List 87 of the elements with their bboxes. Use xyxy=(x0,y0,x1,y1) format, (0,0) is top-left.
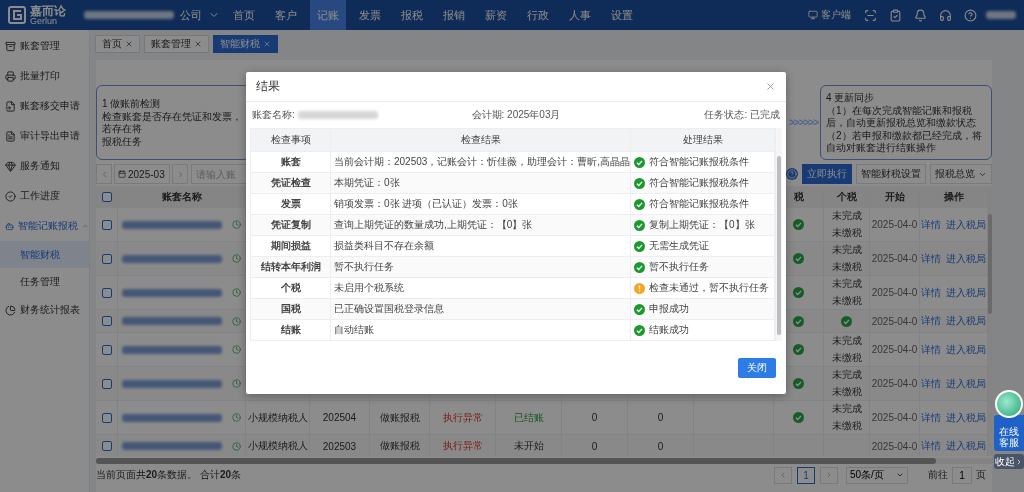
table-cell: 未缴税 xyxy=(831,419,862,433)
step-arrows: >>>>>> xyxy=(788,117,818,128)
column-header: 账套名称 xyxy=(161,190,202,204)
company-name: 公司 xyxy=(180,7,202,23)
table-cell: 符合智能记账报税条件 xyxy=(649,197,749,211)
table-cell: 本期凭证：0张 xyxy=(334,176,400,190)
table-cell: 未完成 xyxy=(831,334,862,348)
column-header: 税 xyxy=(793,190,804,204)
table-cell: 申报成功 xyxy=(649,302,689,316)
info-text: 任务状态: 已完成 xyxy=(703,108,780,122)
table-cell: 结账成功 xyxy=(649,323,689,337)
table-cell: 查询上期凭证的数量成功,上期凭证：【0】张 xyxy=(334,218,533,232)
status-text: 未开始 xyxy=(513,439,544,453)
table-cell: 202504 xyxy=(322,412,357,423)
table-cell: 小规模纳税人 xyxy=(247,410,308,425)
table-cell: 凭证复制 xyxy=(270,218,311,232)
table-cell: 发票 xyxy=(280,197,301,211)
table-cell: 0 xyxy=(591,412,598,423)
table-cell: 2025-04-0 xyxy=(871,440,918,452)
table-cell: 小规模纳税人 xyxy=(247,439,308,453)
table-cell: 国税 xyxy=(280,302,301,316)
table-cell: 已正确设置国税登录信息 xyxy=(334,302,444,316)
table-cell: 2025-04-0 xyxy=(871,253,918,264)
table-cell: 202503 xyxy=(322,440,357,452)
table-cell: 未完成 xyxy=(831,402,862,416)
info-text: 会计期: 2025年03月 xyxy=(470,108,562,122)
goto-label: 前往 xyxy=(928,468,948,482)
table-cell: 未缴税 xyxy=(831,385,862,399)
status-text: 已结账 xyxy=(513,410,544,425)
column-header: 检查结果 xyxy=(460,133,501,147)
table-cell: 个税 xyxy=(280,281,301,295)
table-cell: 期间损益 xyxy=(270,239,311,253)
column-header: 处理结果 xyxy=(682,133,723,147)
step-description: （2）若申报和缴款都已经完成，将自动对账套进行结账操作 xyxy=(826,129,983,154)
dialog-title: 结果 xyxy=(256,78,280,95)
table-cell: 无需生成凭证 xyxy=(649,239,709,253)
step-description: 检查账套是否存在凭证和发票，若存在将 xyxy=(102,110,243,135)
step-title: 1 做账前检测 xyxy=(102,97,162,110)
step-title: 4 更新同步 xyxy=(826,91,876,104)
table-cell: 符合智能记账报税条件 xyxy=(649,176,749,190)
table-cell: 结账 xyxy=(280,323,301,337)
table-cell: 自动结账 xyxy=(334,323,374,337)
brand-name: 嘉而论 xyxy=(30,4,66,17)
step-description: 报税任务 xyxy=(102,135,143,148)
status-text: 执行异常 xyxy=(442,410,483,425)
column-header: 操作 xyxy=(943,190,964,204)
table-cell: 2025-04-0 xyxy=(871,219,918,230)
table-cell: 做账报税 xyxy=(379,410,420,425)
info-label: 账套名称: xyxy=(252,108,295,122)
table-cell: 2025-04-0 xyxy=(871,315,918,327)
column-header: 个税 xyxy=(836,190,857,204)
table-cell: 未完成 xyxy=(831,209,862,223)
table-cell: 复制上期凭证：【0】张 xyxy=(649,218,755,232)
period-value: 2025-03 xyxy=(128,168,165,180)
table-cell: 2025-04-0 xyxy=(871,412,918,423)
table-cell: 未完成 xyxy=(831,243,862,257)
table-cell: 符合智能记账报税条件 xyxy=(649,155,749,169)
table-cell: 凭证检查 xyxy=(270,176,311,190)
table-cell: 未完成 xyxy=(831,368,862,382)
status-text: 执行异常 xyxy=(442,439,483,453)
table-cell: 暂不执行任务 xyxy=(334,260,394,274)
table-cell: 0 xyxy=(657,440,664,452)
column-header: 检查事项 xyxy=(270,133,311,147)
table-cell: 暂不执行任务 xyxy=(649,260,709,274)
page-suffix: 页 xyxy=(976,468,986,482)
table-cell: 未缴税 xyxy=(831,351,862,365)
summary-text: 当前页面共20条数据。 合计20条 xyxy=(96,468,242,482)
table-cell: 未缴税 xyxy=(831,226,862,240)
table-cell: 2025-04-0 xyxy=(871,344,918,355)
table-cell: 检查未通过，暂不执行任务 xyxy=(649,281,769,295)
brand-subtitle: Gerlun xyxy=(30,16,57,26)
column-header: 开始 xyxy=(884,190,905,204)
table-cell: 0 xyxy=(591,440,598,452)
table-cell: 销项发票：0张 进项（已认证）发票：0张 xyxy=(334,197,518,211)
table-cell: 2025-04-0 xyxy=(871,287,918,298)
table-cell: 未完成 xyxy=(831,277,862,291)
table-cell: 损益类科目不存在余额 xyxy=(334,239,434,253)
table-cell: 当前会计期：202503，记账会计：忻佳薇，助理会计：曹昕,高晶晶 xyxy=(334,155,631,169)
table-cell: 未启用个税系统 xyxy=(334,281,404,295)
table-cell: 未缴税 xyxy=(831,260,862,274)
table-cell: 账套 xyxy=(280,155,301,169)
table-cell: 结转本年利润 xyxy=(260,260,321,274)
table-cell: 未缴税 xyxy=(831,294,862,308)
table-cell: 2025-04-0 xyxy=(871,378,918,389)
table-cell: 做账报税 xyxy=(379,439,420,453)
step-description: （1）在每次完成智能记账和报税后，自动更新报税总览和缴款状态 xyxy=(826,104,977,129)
table-cell: 0 xyxy=(657,412,664,423)
